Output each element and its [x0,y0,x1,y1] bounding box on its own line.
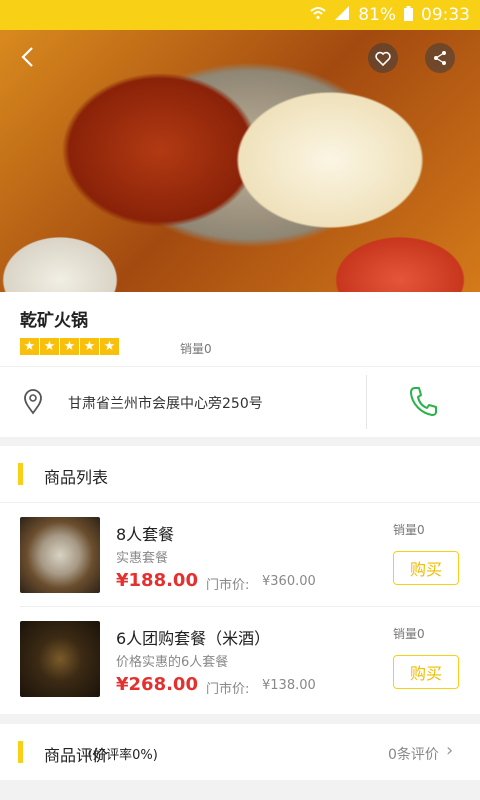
product-price: ¥268.00 [116,674,198,695]
back-button[interactable] [12,42,42,72]
phone-icon[interactable] [408,385,438,421]
wifi-icon [310,6,326,24]
shop-address: 甘肃省兰州市会展中心旁250号 [68,396,263,412]
shop-info-card: 乾矿火锅 ★ ★ ★ ★ ★ 销量0 甘肃省兰州市会展中心旁250号 [0,292,480,437]
heart-icon [375,51,391,66]
section-accent-bar [18,741,23,763]
status-bar: 81% 09:33 [0,0,480,30]
clock: 09:33 [421,5,470,25]
market-price-label: 门市价: [206,682,250,697]
product-desc: 实惠套餐 [116,551,169,566]
buy-button[interactable]: 购买 [393,655,459,689]
product-price: ¥188.00 [116,570,198,591]
star-icon: ★ [60,338,79,355]
product-item[interactable]: 8人套餐 实惠套餐 ¥188.00 门市价: ¥360.00 销量0 购买 [0,503,480,607]
product-list-section: 商品列表 8人套餐 实惠套餐 ¥188.00 门市价: ¥360.00 销量0 … [0,446,480,714]
star-icon: ★ [20,338,39,355]
address-row[interactable]: 甘肃省兰州市会展中心旁250号 [0,367,480,437]
product-sales: 销量0 [393,627,425,641]
share-button[interactable] [425,43,455,73]
section-header: 商品列表 [0,446,480,502]
shop-hero-image [0,30,480,292]
chevron-right-icon[interactable]: › [446,740,453,761]
section-accent-bar [18,463,23,485]
signal-icon [334,6,350,24]
buy-button[interactable]: 购买 [393,551,459,585]
product-desc: 价格实惠的6人套餐 [116,655,229,670]
product-name: 8人套餐 [116,525,175,544]
star-icon: ★ [40,338,59,355]
product-item[interactable]: 6人团购套餐（米酒） 价格实惠的6人套餐 ¥268.00 门市价: ¥138.0… [0,607,480,711]
review-rate: (好评率0%) [88,748,158,763]
market-price-label: 门市价: [206,578,250,593]
shop-name: 乾矿火锅 [20,311,88,331]
market-price: ¥360.00 [262,574,316,589]
product-name: 6人团购套餐（米酒） [116,629,271,648]
back-icon [21,47,33,67]
star-icon: ★ [80,338,99,355]
battery-icon [404,5,413,25]
divider [366,375,367,429]
product-sales: 销量0 [393,523,425,537]
favorite-button[interactable] [368,43,398,73]
shop-sales: 销量0 [180,342,212,356]
product-thumbnail [20,517,100,593]
section-title: 商品列表 [44,468,109,487]
battery-percent: 81% [358,5,396,25]
market-price: ¥138.00 [262,678,316,693]
share-icon [434,51,446,65]
rating-stars: ★ ★ ★ ★ ★ [20,338,119,355]
location-pin-icon [22,389,44,419]
review-count: 0条评价 [388,747,439,763]
product-thumbnail [20,621,100,697]
star-icon: ★ [100,338,119,355]
review-section[interactable]: 商品评价 (好评率0%) 0条评价 › [0,724,480,780]
